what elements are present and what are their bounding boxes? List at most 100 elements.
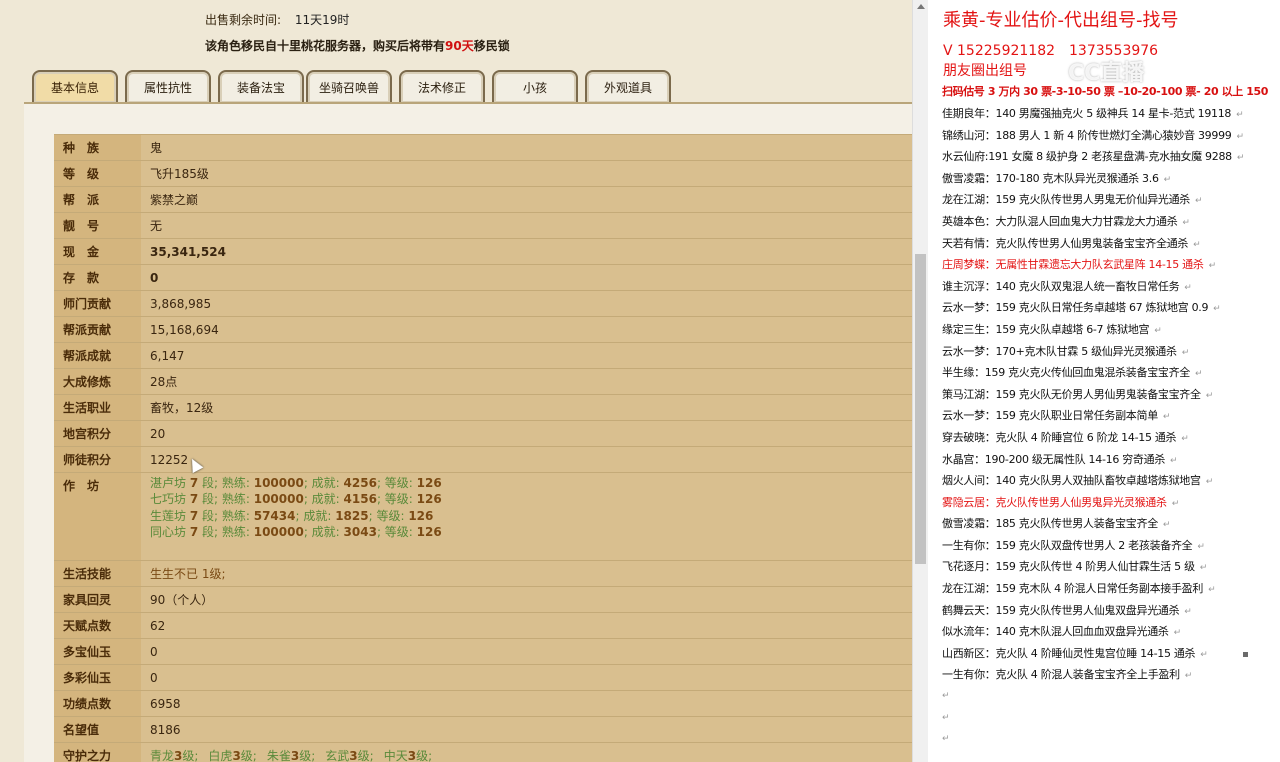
notepad-panel[interactable]: 乘黄-专业估价-代出组号-找号 V 15225921182 137​355397… (928, 0, 1280, 762)
info-row: 师徒积分 12252 (54, 446, 912, 473)
row-value: 35,341,524 (141, 238, 912, 265)
paragraph-mark-icon: ↵ (1181, 347, 1190, 358)
paragraph-mark-icon: ↵ (1173, 628, 1182, 639)
notepad-line: 烟火人间：140 克火队男人双抽队畜牧卓越塔炼狱地宫 ↵ (942, 474, 1214, 488)
workshop-line: 湛卢坊 7 段; 熟练: 100000; 成就: 4256; 等级: 126 (150, 476, 442, 490)
notepad-line: 山西新区：克火队 4 阶睡仙灵性鬼宫位睡 14-15 通杀 ↵ (942, 646, 1208, 660)
row-value: 8186 (141, 716, 912, 743)
basic-info-table: 种 族鬼等 级飞升185级帮 派紫禁之巅靓 号无现 金 35,341,524 存 款… (54, 134, 912, 762)
row-key: 作 坊 (54, 472, 141, 561)
row-key: 大成修炼 (54, 368, 141, 395)
row-value: 6958 (141, 690, 912, 717)
notepad-line: 水晶宫：190-200 级无属性队 14-16 穷奇通杀 ↵ (942, 452, 1178, 466)
tab-1[interactable]: 属性抗性 (125, 70, 211, 103)
info-row: 功绩点数 6958 (54, 690, 912, 717)
notepad-line: 飞花逐月：159 克火队传世 4 阶男人仙甘霖生活 5 级 ↵ (942, 560, 1208, 574)
info-row: 存 款0 (54, 264, 912, 291)
row-value: 0 (141, 638, 912, 665)
notepad-line: 半生缘：159 克火克火传仙回血鬼混杀装备宝宝齐全 ↵ (942, 366, 1203, 380)
info-row: 师门贡献 3,868,985 (54, 290, 912, 317)
sale-time-label: 出售剩余时间: (205, 13, 282, 27)
info-row: 帮 派紫禁之巅 (54, 186, 912, 213)
paragraph-mark-icon: ↵ (1182, 217, 1190, 228)
notepad-line: 云水一梦：159 克火队职业日常任务副本简单 ↵ (942, 409, 1171, 423)
row-key: 种 族 (54, 134, 141, 161)
empty-line-mark-icon: ↵ (942, 691, 950, 702)
paragraph-mark-icon: ↵ (1205, 477, 1214, 488)
info-row: 等 级飞升185级 (54, 160, 912, 187)
row-value: 飞升185级 (141, 160, 912, 187)
row-key: 生活技能 (54, 560, 141, 587)
info-row: 大成修炼 28点 (54, 368, 912, 395)
row-value: 90（个人） (141, 586, 912, 613)
info-row: 现 金 35,341,524 (54, 238, 912, 265)
row-value: 鬼 (141, 134, 912, 161)
row-value: 6,147 (141, 342, 912, 369)
migration-days: 90天 (445, 39, 474, 53)
notepad-title: 乘黄-专业估价-代出组号-找号 (943, 10, 1179, 31)
scroll-up-arrow-icon[interactable] (917, 4, 925, 9)
info-row: 天赋点数 62 (54, 612, 912, 639)
tab-5[interactable]: 小孩 (492, 70, 578, 103)
notepad-list: 佳期良年：140 男魔强抽克火 5 级神兵 14 星卡-范式 19118 ↵ 锦绣山… (942, 103, 1244, 751)
paragraph-mark-icon: ↵ (1171, 498, 1180, 509)
notepad-line: 策马江湖：159 克火队无价男人男仙男鬼装备宝宝齐全 ↵ (942, 387, 1214, 401)
info-row: 种 族鬼 (54, 134, 912, 161)
row-key: 等 级 (54, 160, 141, 187)
paragraph-mark-icon: ↵ (1195, 369, 1203, 380)
info-row: 帮派贡献 15,168,694 (54, 316, 912, 343)
tab-3[interactable]: 坐骑召唤兽 (306, 70, 392, 103)
row-key: 天赋点数 (54, 612, 141, 639)
paragraph-mark-icon: ↵ (1208, 261, 1217, 272)
notepad-line: 庄周梦蝶：无属性甘霖遗忘大力队玄武星阵 14-15 通杀 ↵ (942, 258, 1217, 272)
paragraph-mark-icon: ↵ (1197, 541, 1205, 552)
row-key: 帮派成就 (54, 342, 141, 369)
info-row: 生活技能 生生不已 1级; (54, 560, 912, 587)
scrollbar-thumb[interactable] (915, 254, 926, 564)
notepad-line: 一生有你：159 克火队双盘传世男人 2 老孩装备齐全 ↵ (942, 538, 1205, 552)
row-key: 名望值 (54, 716, 141, 743)
migration-notice: 该角色移民自十里桃花服务器，购买后将带有90天移民锁 (205, 37, 510, 54)
guard-item: 玄武3级; (325, 749, 374, 762)
empty-line-mark-icon: ↵ (942, 712, 950, 723)
notepad-line: 佳期良年：140 男魔强抽克火 5 级神兵 14 星卡-范式 19118 ↵ (942, 107, 1244, 120)
paragraph-mark-icon: ↵ (1236, 131, 1244, 142)
guard-item: 白虎3级; (208, 749, 257, 762)
tab-2[interactable]: 装备法宝 (218, 70, 304, 103)
info-row: 多彩仙玉 0 (54, 664, 912, 691)
workshop-row: 作 坊湛卢坊 7 段; 熟练: 100000; 成就: 4256; 等级: 12… (54, 472, 912, 561)
row-value: 12252 (141, 446, 912, 473)
paragraph-mark-icon: ↵ (1205, 390, 1214, 401)
notepad-line: 龙在江湖：159 克火队传世男人男鬼无价仙异光通杀 ↵ (942, 193, 1203, 207)
paragraph-mark-icon: ↵ (1184, 671, 1193, 682)
paragraph-mark-icon: ↵ (1162, 412, 1171, 423)
paragraph-mark-icon: ↵ (1170, 455, 1178, 466)
row-value: 紫禁之巅 (141, 186, 912, 213)
row-key: 师徒积分 (54, 446, 141, 473)
paragraph-mark-icon: ↵ (1181, 433, 1189, 444)
tab-4[interactable]: 法术修正 (399, 70, 485, 103)
row-key: 多彩仙玉 (54, 664, 141, 691)
notepad-line: 英雄本色：大力队混人回血鬼大力甘霖龙大力通杀 ↵ (942, 214, 1190, 228)
tab-6[interactable]: 外观道具 (585, 70, 671, 103)
workshop-line: 七巧坊 7 段; 熟练: 100000; 成就: 4156; 等级: 126 (150, 492, 442, 507)
tab-0[interactable]: 基本信息 (32, 70, 118, 103)
small-square-marker (1243, 652, 1248, 657)
paragraph-mark-icon: ↵ (1236, 110, 1244, 120)
info-row: 生活职业 畜牧，12级 (54, 394, 912, 421)
row-key: 存 款 (54, 264, 141, 291)
info-row: 名望值 8186 (54, 716, 912, 743)
notepad-line: 雾隐云居：克火队传世男人仙男鬼异光灵猴通杀 ↵ (942, 495, 1180, 509)
row-value: 无 (141, 212, 912, 239)
notepad-line: 龙在江湖：159 克木队 4 阶混人日常任务副本接手盈利 ↵ (942, 582, 1216, 596)
empty-line-mark-icon: ↵ (942, 734, 950, 745)
vertical-scrollbar[interactable] (912, 0, 929, 762)
migration-suffix: 移民锁 (473, 39, 510, 53)
row-key: 师门贡献 (54, 290, 141, 317)
row-key: 家具回灵 (54, 586, 141, 613)
paragraph-mark-icon: ↵ (1154, 325, 1162, 336)
row-value: 15,168,694 (141, 316, 912, 343)
row-key: 守护之力 (54, 742, 141, 762)
notepad-line: 天若有情：克火队传世男人仙男鬼装备宝宝齐全通杀 ↵ (942, 236, 1201, 250)
guard-item: 朱雀3级; (266, 749, 316, 762)
